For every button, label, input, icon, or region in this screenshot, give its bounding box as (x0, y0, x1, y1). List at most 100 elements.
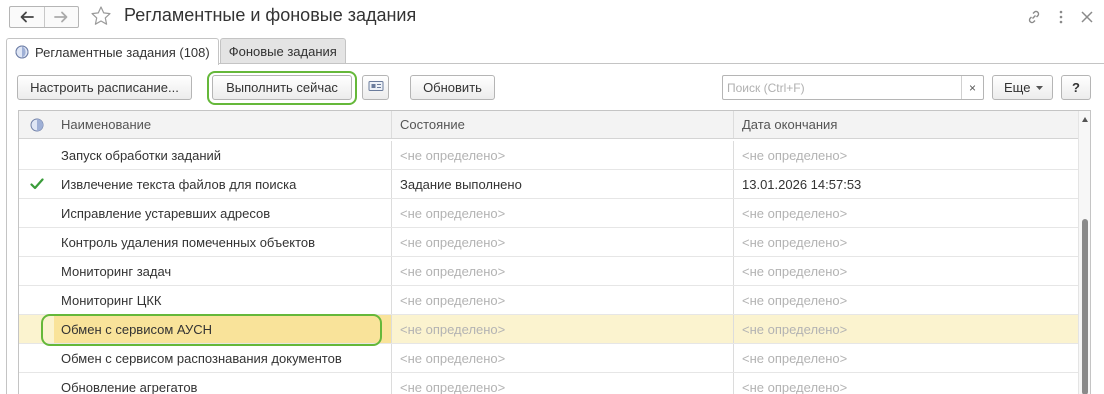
close-icon[interactable] (1077, 7, 1097, 27)
row-name-cell: Обмен с сервисом АУСН (54, 315, 391, 343)
table-row[interactable]: Извлечение текста файлов для поиска Задан… (19, 170, 1078, 199)
tab-scheduled-jobs[interactable]: Регламентные задания (108) (6, 38, 219, 65)
chevron-down-icon (1036, 85, 1044, 90)
row-state-cell: <не определено> (400, 379, 506, 394)
table-row[interactable]: Обмен с сервисом АУСН <не определено> <не … (19, 315, 1078, 344)
table-row[interactable]: Обмен с сервисом распознавания документо… (19, 344, 1078, 373)
star-icon[interactable] (90, 5, 112, 27)
table-row[interactable]: Обновление агрегатов <не определено> <не о… (19, 373, 1078, 394)
row-status-cell (19, 228, 54, 256)
row-state-cell: <не определено> (400, 205, 506, 221)
row-name-cell: Мониторинг задач (61, 263, 172, 279)
arrow-left-icon (20, 11, 34, 23)
column-divider (391, 141, 392, 169)
window-title: Регламентные и фоновые задания (124, 5, 417, 25)
globe-clock-icon (15, 45, 29, 59)
row-name-cell: Контроль удаления помеченных объектов (61, 234, 316, 250)
table-row[interactable]: Мониторинг ЦКК <не определено> <не определ… (19, 286, 1078, 315)
table-row[interactable]: Контроль удаления помеченных объектов <не… (19, 228, 1078, 257)
tab-strip: Регламентные задания (108) Фоновые задан… (6, 38, 346, 65)
row-name-cell: Исправление устаревших адресов (61, 205, 271, 221)
link-icon[interactable] (1024, 7, 1044, 27)
row-state-cell: <не определено> (400, 350, 506, 366)
scroll-thumb[interactable] (1082, 219, 1088, 394)
vertical-scrollbar[interactable] (1078, 111, 1090, 394)
column-header-state[interactable]: Состояние (393, 111, 733, 138)
row-end-date-cell: <не определено> (742, 350, 848, 366)
column-divider (391, 315, 392, 343)
column-divider (391, 170, 392, 198)
status-column-header[interactable] (19, 111, 54, 138)
table-header: Наименование Состояние Дата окончания (19, 111, 1078, 139)
more-button-label: Еще (1004, 80, 1031, 95)
row-state-cell: <не определено> (400, 234, 506, 250)
table-row[interactable]: Исправление устаревших адресов <не опреде… (19, 199, 1078, 228)
row-status-cell (19, 199, 54, 227)
column-divider (391, 344, 392, 372)
row-end-date-cell: <не определено> (742, 379, 848, 394)
row-name-cell: Обмен с сервисом распознавания документо… (61, 350, 342, 366)
row-end-date-cell: <не определено> (742, 234, 848, 250)
row-end-date-cell: <не определено> (742, 321, 848, 337)
search-field[interactable]: Поиск (Ctrl+F) × (722, 75, 984, 100)
column-divider (391, 257, 392, 285)
row-name-cell: Извлечение текста файлов для поиска (61, 176, 297, 192)
column-divider (733, 373, 734, 394)
tab-background-jobs[interactable]: Фоновые задания (219, 38, 346, 64)
forward-button[interactable] (43, 7, 79, 27)
column-divider[interactable] (733, 111, 734, 138)
column-header-end-date[interactable]: Дата окончания (735, 111, 1078, 138)
more-vertical-icon[interactable] (1051, 7, 1071, 27)
title-bar: Регламентные и фоновые задания (0, 0, 1104, 36)
table-row[interactable]: Мониторинг задач <не определено> <не опред… (19, 257, 1078, 286)
column-divider (733, 199, 734, 227)
row-status-cell (19, 141, 54, 169)
column-divider[interactable] (391, 111, 392, 138)
search-placeholder: Поиск (Ctrl+F) (727, 81, 805, 95)
row-state-cell: <не определено> (400, 147, 506, 163)
row-status-cell (19, 257, 54, 285)
tab-background-jobs-label: Фоновые задания (228, 44, 337, 59)
row-end-date-cell: <не определено> (742, 205, 848, 221)
checkmark-icon (29, 178, 44, 190)
row-name-cell: Мониторинг ЦКК (61, 292, 162, 308)
row-state-cell: <не определено> (400, 263, 506, 279)
scroll-up-arrow-icon[interactable] (1082, 117, 1088, 122)
refresh-button[interactable]: Обновить (410, 75, 495, 100)
back-button[interactable] (10, 7, 44, 27)
column-divider (733, 315, 734, 343)
table-row[interactable]: Запуск обработки заданий <не определено> <… (19, 141, 1078, 170)
row-status-cell (19, 170, 54, 198)
row-end-date-cell: <не определено> (742, 147, 848, 163)
arrow-right-icon (54, 11, 68, 23)
row-state-cell: <не определено> (400, 292, 506, 308)
row-name-cell: Запуск обработки заданий (61, 147, 222, 163)
column-divider (733, 286, 734, 314)
row-status-cell (19, 344, 54, 372)
row-status-cell (19, 315, 54, 343)
globe-clock-icon (30, 118, 44, 132)
column-divider (391, 286, 392, 314)
settings-card-button[interactable] (362, 75, 389, 100)
column-divider (733, 344, 734, 372)
row-status-cell (19, 286, 54, 314)
row-end-date-cell: <не определено> (742, 263, 848, 279)
run-now-button[interactable]: Выполнить сейчас (212, 75, 352, 100)
search-clear-button[interactable]: × (961, 76, 983, 99)
column-header-name[interactable]: Наименование (54, 111, 391, 138)
configure-schedule-button[interactable]: Настроить расписание... (17, 75, 192, 100)
row-state-cell: Задание выполнено (400, 176, 522, 192)
row-status-cell (19, 373, 54, 394)
scheduled-jobs-table: Наименование Состояние Дата окончания За… (18, 110, 1091, 394)
tab-scheduled-jobs-label: Регламентные задания (108) (35, 44, 210, 60)
column-divider (733, 141, 734, 169)
row-name-cell: Обновление агрегатов (61, 379, 198, 394)
help-button[interactable]: ? (1061, 75, 1091, 100)
more-button[interactable]: Еще (992, 75, 1053, 100)
column-divider (391, 199, 392, 227)
column-divider (733, 228, 734, 256)
column-divider (391, 228, 392, 256)
column-divider (733, 170, 734, 198)
column-divider (733, 257, 734, 285)
row-state-cell: <не определено> (400, 321, 506, 337)
